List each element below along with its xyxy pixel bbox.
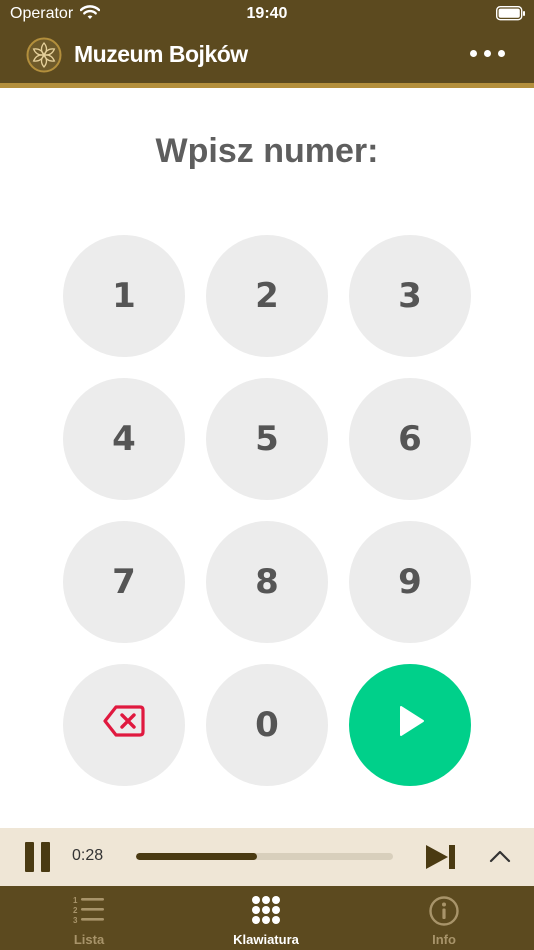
key-1[interactable]: 1 bbox=[63, 235, 185, 357]
pause-icon[interactable] bbox=[25, 842, 51, 872]
more-dots-icon[interactable] bbox=[470, 48, 506, 62]
svg-text:2: 2 bbox=[73, 906, 78, 915]
keypad-prompt: Wpisz numer: bbox=[155, 132, 379, 170]
tab-info-label: Info bbox=[432, 932, 456, 947]
status-bar: Operator 19:40 bbox=[0, 0, 534, 28]
tab-klawiatura-label: Klawiatura bbox=[233, 932, 299, 947]
delete-button[interactable] bbox=[63, 664, 185, 786]
tab-info[interactable]: Info bbox=[384, 886, 504, 950]
museum-rosette-icon bbox=[26, 37, 62, 78]
backspace-icon bbox=[103, 704, 145, 747]
svg-text:1: 1 bbox=[73, 896, 78, 905]
key-0[interactable]: 0 bbox=[206, 664, 328, 786]
tab-klawiatura[interactable]: Klawiatura bbox=[206, 886, 326, 950]
tab-bar: 1 2 3 Lista Klawiatura Info bbox=[0, 886, 534, 950]
tab-lista-label: Lista bbox=[73, 932, 105, 947]
numbered-list-icon: 1 2 3 bbox=[29, 895, 149, 925]
play-button[interactable] bbox=[349, 664, 471, 786]
battery-icon bbox=[495, 5, 526, 26]
key-2[interactable]: 2 bbox=[206, 235, 328, 357]
skip-next-icon[interactable] bbox=[424, 843, 458, 876]
info-icon bbox=[384, 895, 504, 927]
audio-player-bar: 0:28 bbox=[0, 828, 534, 886]
svg-text:3: 3 bbox=[73, 916, 78, 925]
key-9[interactable]: 9 bbox=[349, 521, 471, 643]
app-title: Muzeum Bojków bbox=[74, 41, 248, 67]
key-7[interactable]: 7 bbox=[63, 521, 185, 643]
chevron-up-icon[interactable] bbox=[489, 848, 511, 869]
key-8[interactable]: 8 bbox=[206, 521, 328, 643]
header-divider bbox=[0, 83, 534, 88]
key-6[interactable]: 6 bbox=[349, 378, 471, 500]
key-4[interactable]: 4 bbox=[63, 378, 185, 500]
tab-lista[interactable]: 1 2 3 Lista bbox=[29, 886, 149, 950]
progress-fill bbox=[136, 853, 257, 860]
status-time: 19:40 bbox=[246, 5, 288, 22]
progress-slider[interactable] bbox=[136, 853, 393, 860]
keypad-icon bbox=[206, 895, 326, 925]
elapsed-time: 0:28 bbox=[72, 847, 104, 864]
key-3[interactable]: 3 bbox=[349, 235, 471, 357]
key-5[interactable]: 5 bbox=[206, 378, 328, 500]
play-icon bbox=[393, 704, 427, 747]
